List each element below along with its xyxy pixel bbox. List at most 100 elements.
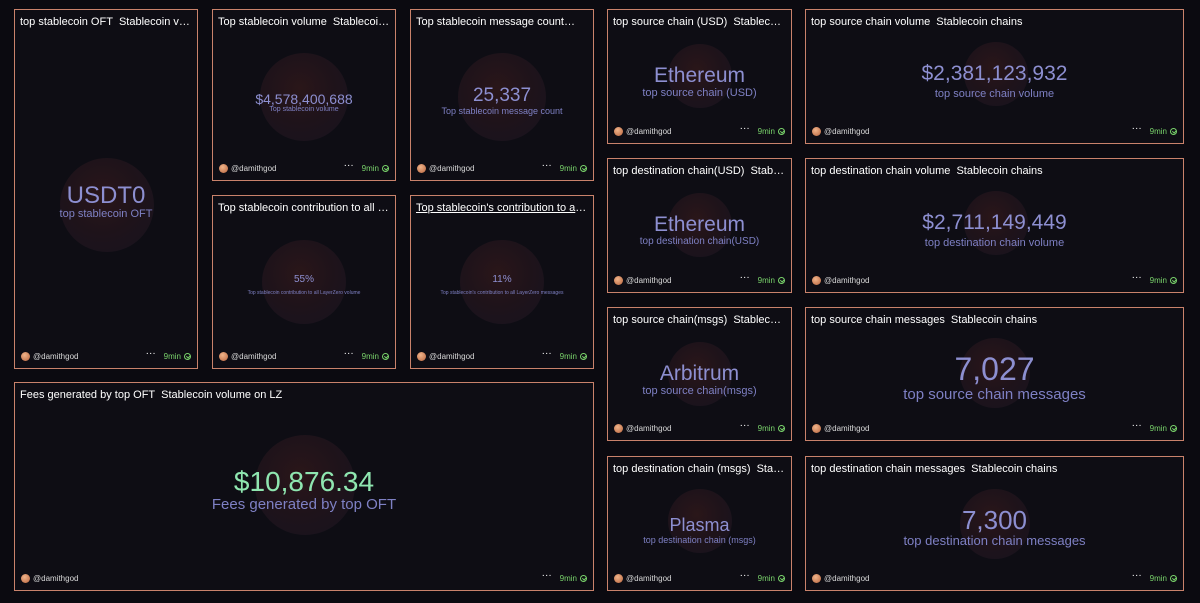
author-name[interactable]: @damithgod [231,352,344,361]
card-subtitle: Stablecoin chains [936,16,1023,28]
avatar[interactable] [21,351,30,361]
card-title[interactable]: Top stablecoin contribution to all Lay..… [218,202,390,214]
card-title-text: Fees generated by top OFT [20,389,156,401]
author-name[interactable]: @damithgod [33,352,146,361]
stat-label: Top stablecoin contribution to all Layer… [247,289,361,296]
avatar[interactable] [614,423,623,433]
card-title-text: Top stablecoin message count [416,16,564,28]
author-name[interactable]: @damithgod [231,164,344,173]
author-name[interactable]: @damithgod [33,574,542,583]
more-options-icon[interactable]: ··· [344,349,354,359]
refresh-age: 9min [1149,275,1167,285]
more-options-icon[interactable]: ··· [740,273,750,283]
author-name[interactable]: @damithgod [824,574,1132,583]
author-name[interactable]: @damithgod [626,424,740,433]
card-title-text: Top stablecoin contribution to all Lay..… [218,202,390,214]
card-title[interactable]: top destination chain(USD) Stableco... [613,165,786,177]
avatar[interactable] [614,573,623,583]
more-options-icon[interactable]: ··· [740,571,750,581]
avatar[interactable] [812,126,821,136]
card-title[interactable]: top destination chain messages Stablecoin… [811,463,1178,475]
card-title[interactable]: top destination chain volume Stablecoin c… [811,165,1178,177]
more-options-icon[interactable]: ··· [1132,124,1142,134]
stat-label: top source chain volume [934,88,1055,101]
card-title[interactable]: Top stablecoin's contribution to all L..… [416,202,588,214]
refresh-age: 9min [361,351,379,361]
stat-value: 25,337 [472,84,532,106]
card-title-text: top source chain messages [811,314,945,326]
stat-label: top destination chain messages [903,533,1086,549]
more-options-icon[interactable]: ··· [542,161,552,171]
author-name[interactable]: @damithgod [824,276,1132,285]
avatar[interactable] [812,573,821,583]
card-top-source-chain-usd: top source chain (USD) Stablecoin ... Eth… [607,9,792,144]
more-options-icon[interactable]: ··· [740,421,750,431]
refresh-age: 9min [1149,126,1167,136]
card-title[interactable]: Top stablecoin volume Stablecoin v... [218,16,390,28]
avatar[interactable] [614,126,623,136]
card-subtitle: Stablecoin chains [950,314,1038,326]
card-title-text: top destination chain messages [811,463,966,475]
author-name[interactable]: @damithgod [626,127,740,136]
card-title[interactable]: top source chain(msgs) Stablecoin ... [613,314,786,326]
author-name[interactable]: @damithgod [429,352,542,361]
card-title[interactable]: top source chain (USD) Stablecoin ... [613,16,786,28]
stat-label: top destination chain(USD) [639,236,760,248]
avatar[interactable] [219,351,228,361]
more-options-icon[interactable]: ··· [542,571,552,581]
card-contribution-messages: Top stablecoin's contribution to all L..… [410,195,594,369]
author-name[interactable]: @damithgod [824,127,1132,136]
card-title[interactable]: top stablecoin OFT Stablecoin volu... [20,16,192,28]
card-title-text: top source chain(msgs) [613,314,728,326]
avatar[interactable] [417,351,426,361]
refresh-age: 9min [757,275,775,285]
author-name[interactable]: @damithgod [429,164,542,173]
refresh-age: 9min [757,423,775,433]
more-options-icon[interactable]: ··· [1132,571,1142,581]
check-circle-icon [778,424,785,432]
stat-value: 7,027 [954,350,1035,387]
author-name[interactable]: @damithgod [626,276,740,285]
more-options-icon[interactable]: ··· [1132,273,1142,283]
refresh-age: 9min [559,351,577,361]
check-circle-icon [778,127,785,135]
author-name[interactable]: @damithgod [626,574,740,583]
card-title[interactable]: top destination chain (msgs) Stable... [613,463,786,475]
avatar[interactable] [812,275,821,285]
stat-label: Top stablecoin message count [441,105,563,116]
card-title[interactable]: top source chain messages Stablecoin chai… [811,314,1178,326]
avatar[interactable] [219,163,228,173]
card-top-source-chain-messages: top source chain messages Stablecoin chai… [805,307,1184,441]
check-circle-icon [580,574,587,582]
avatar[interactable] [21,573,30,583]
stat-value: 7,300 [961,504,1028,535]
check-circle-icon [382,352,389,360]
check-circle-icon [580,352,587,360]
more-options-icon[interactable]: ··· [740,124,750,134]
stat-value: $2,711,149,449 [922,211,1067,235]
avatar[interactable] [417,163,426,173]
stat-label: top source chain messages [903,386,1086,404]
card-title[interactable]: Fees generated by top OFT Stablecoin volu… [20,389,588,401]
avatar[interactable] [812,423,821,433]
more-options-icon[interactable]: ··· [542,349,552,359]
more-options-icon[interactable]: ··· [1132,421,1142,431]
card-title[interactable]: top source chain volume Stablecoin chains [811,16,1178,28]
card-top-stablecoin-volume: Top stablecoin volume Stablecoin v... $4,… [212,9,396,181]
card-subtitle: Stablecoin chains [956,165,1043,177]
stat-value: $4,578,400,688 [255,90,353,107]
author-name[interactable]: @damithgod [824,424,1132,433]
card-subtitle: Stable... [756,463,786,475]
check-circle-icon [580,164,587,172]
more-options-icon[interactable]: ··· [344,161,354,171]
check-circle-icon [778,276,785,284]
card-title-text: top stablecoin OFT [20,16,113,28]
stat-value: Ethereum [653,63,746,87]
card-top-stablecoin-oft: top stablecoin OFT Stablecoin volu... USD… [14,9,198,369]
refresh-age: 9min [1149,423,1167,433]
card-top-stablecoin-message-count: Top stablecoin message countSta... 25,33… [410,9,594,181]
more-options-icon[interactable]: ··· [146,349,156,359]
card-title[interactable]: Top stablecoin message countSta... [416,16,588,28]
avatar[interactable] [614,275,623,285]
card-top-destination-chain-volume: top destination chain volume Stablecoin c… [805,158,1184,293]
